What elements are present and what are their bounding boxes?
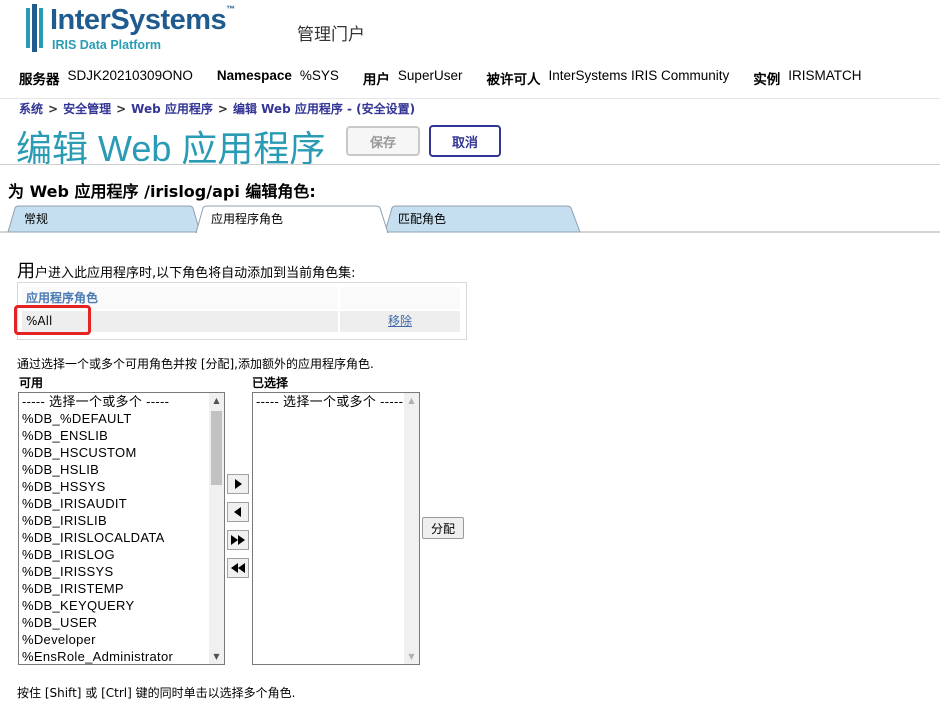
move-all-left-icon [231, 563, 245, 573]
available-role-option[interactable]: %DB_USER [19, 614, 224, 631]
namespace-value[interactable]: %SYS [300, 68, 339, 88]
intersystems-logo[interactable]: InterSystems™ IRIS Data Platform [26, 4, 241, 54]
server-label: 服务器 [19, 72, 60, 87]
available-role-option[interactable]: %DB_IRISLIB [19, 512, 224, 529]
available-role-option[interactable]: %DB_HSLIB [19, 461, 224, 478]
available-role-option[interactable]: %DB_IRISLOG [19, 546, 224, 563]
move-all-right-button[interactable] [227, 530, 249, 550]
scroll-down-icon[interactable]: ▼ [209, 649, 224, 664]
tab-general[interactable]: 常规 [7, 205, 201, 233]
move-all-left-button[interactable] [227, 558, 249, 578]
breadcrumb-item-system[interactable]: 系统 [19, 102, 43, 116]
available-role-option[interactable]: %DB_IRISSYS [19, 563, 224, 580]
portal-title: 管理门户 [297, 25, 365, 45]
available-role-option[interactable]: %DB_HSCUSTOM [19, 444, 224, 461]
remove-role-link[interactable]: 移除 [340, 311, 460, 332]
instance-value: IRISMATCH [788, 68, 862, 83]
user-value: SuperUser [397, 68, 463, 83]
breadcrumb-suffix: - (安全设置) [342, 102, 416, 116]
breadcrumb-item-web-apps[interactable]: Web 应用程序 [131, 102, 213, 116]
app-roles-header-action [340, 287, 460, 309]
server-value: SDJK20210309ONO [67, 68, 193, 83]
section-heading: 为 Web 应用程序 /irislog/api 编辑角色: [8, 182, 316, 201]
selected-label: 已选择 [252, 376, 289, 390]
assign-hint: 通过选择一个或多个可用角色并按 [分配],添加额外的应用程序角色. [17, 357, 374, 371]
available-role-option[interactable]: %DB_HSSYS [19, 478, 224, 495]
available-role-option[interactable]: %DB_IRISLOCALDATA [19, 529, 224, 546]
save-button[interactable]: 保存 [346, 126, 420, 156]
scroll-up-icon[interactable]: ▲ [209, 393, 224, 408]
scroll-up-icon[interactable]: ▲ [404, 393, 419, 408]
breadcrumb-item-edit-web-app[interactable]: 编辑 Web 应用程序 [233, 102, 343, 116]
user-label: 用户 [362, 72, 390, 87]
svg-text:应用程序角色: 应用程序角色 [211, 211, 283, 226]
available-roles-list[interactable]: ----- 选择一个或多个 ----- %DB_%DEFAULT %DB_ENSLI… [18, 392, 225, 665]
available-label: 可用 [19, 376, 44, 390]
available-role-option[interactable]: %DB_ENSLIB [19, 427, 224, 444]
selected-scrollbar[interactable]: ▲ ▼ [404, 393, 419, 664]
logo-mark-icon [26, 4, 43, 52]
title-divider [0, 164, 940, 165]
available-role-option[interactable]: %DB_IRISTEMP [19, 580, 224, 597]
intro-text: 用户进入此应用程序时,以下角色将自动添加到当前角色集: [17, 261, 356, 282]
tab-bar: 常规 匹配角色 应用程序角色 [0, 205, 940, 233]
move-all-right-icon [231, 535, 245, 545]
move-left-button[interactable] [227, 502, 249, 522]
available-role-option[interactable]: ----- 选择一个或多个 ----- [19, 393, 224, 410]
breadcrumb-item-security[interactable]: 安全管理 [63, 102, 111, 116]
licensee-value: InterSystems IRIS Community [548, 68, 730, 83]
info-bar: 服务器 SDJK20210309ONO Namespace %SYS 用户 Su… [19, 68, 886, 88]
namespace-label: Namespace [216, 68, 292, 83]
svg-text:常规: 常规 [24, 211, 48, 226]
available-role-option[interactable]: %DB_IRISAUDIT [19, 495, 224, 512]
header-divider [0, 98, 940, 99]
tab-match-roles[interactable]: 匹配角色 [384, 205, 581, 233]
move-right-icon [235, 479, 242, 489]
move-right-button[interactable] [227, 474, 249, 494]
instance-label: 实例 [753, 72, 781, 87]
available-scrollbar[interactable]: ▲ ▼ [209, 393, 224, 664]
available-role-option[interactable]: %DB_%DEFAULT [19, 410, 224, 427]
available-role-option[interactable]: %EnsRole_Administrator [19, 648, 224, 664]
available-role-option[interactable]: %DB_KEYQUERY [19, 597, 224, 614]
tab-application-roles[interactable]: 应用程序角色 [195, 205, 389, 233]
selected-roles-list[interactable]: ----- 选择一个或多个 ----- ▲ ▼ [252, 392, 420, 665]
svg-text:匹配角色: 匹配角色 [398, 212, 446, 226]
logo-subtitle: IRIS Data Platform [52, 38, 162, 52]
available-role-option[interactable]: %Developer [19, 631, 224, 648]
highlight-box [14, 305, 91, 335]
cancel-button[interactable]: 取消 [429, 125, 501, 157]
selected-role-option[interactable]: ----- 选择一个或多个 ----- [253, 393, 419, 410]
assign-button[interactable]: 分配 [422, 517, 464, 539]
multi-select-hint: 按住 [Shift] 或 [Ctrl] 键的同时单击以选择多个角色. [17, 686, 296, 700]
breadcrumb: 系统 > 安全管理 > Web 应用程序 > 编辑 Web 应用程序 - (安全设置) [19, 102, 416, 116]
logo-text: InterSystems™ [50, 4, 235, 36]
scrollbar-thumb[interactable] [211, 411, 222, 485]
move-left-icon [234, 507, 241, 517]
scroll-down-icon[interactable]: ▼ [404, 649, 419, 664]
licensee-label: 被许可人 [486, 72, 541, 87]
